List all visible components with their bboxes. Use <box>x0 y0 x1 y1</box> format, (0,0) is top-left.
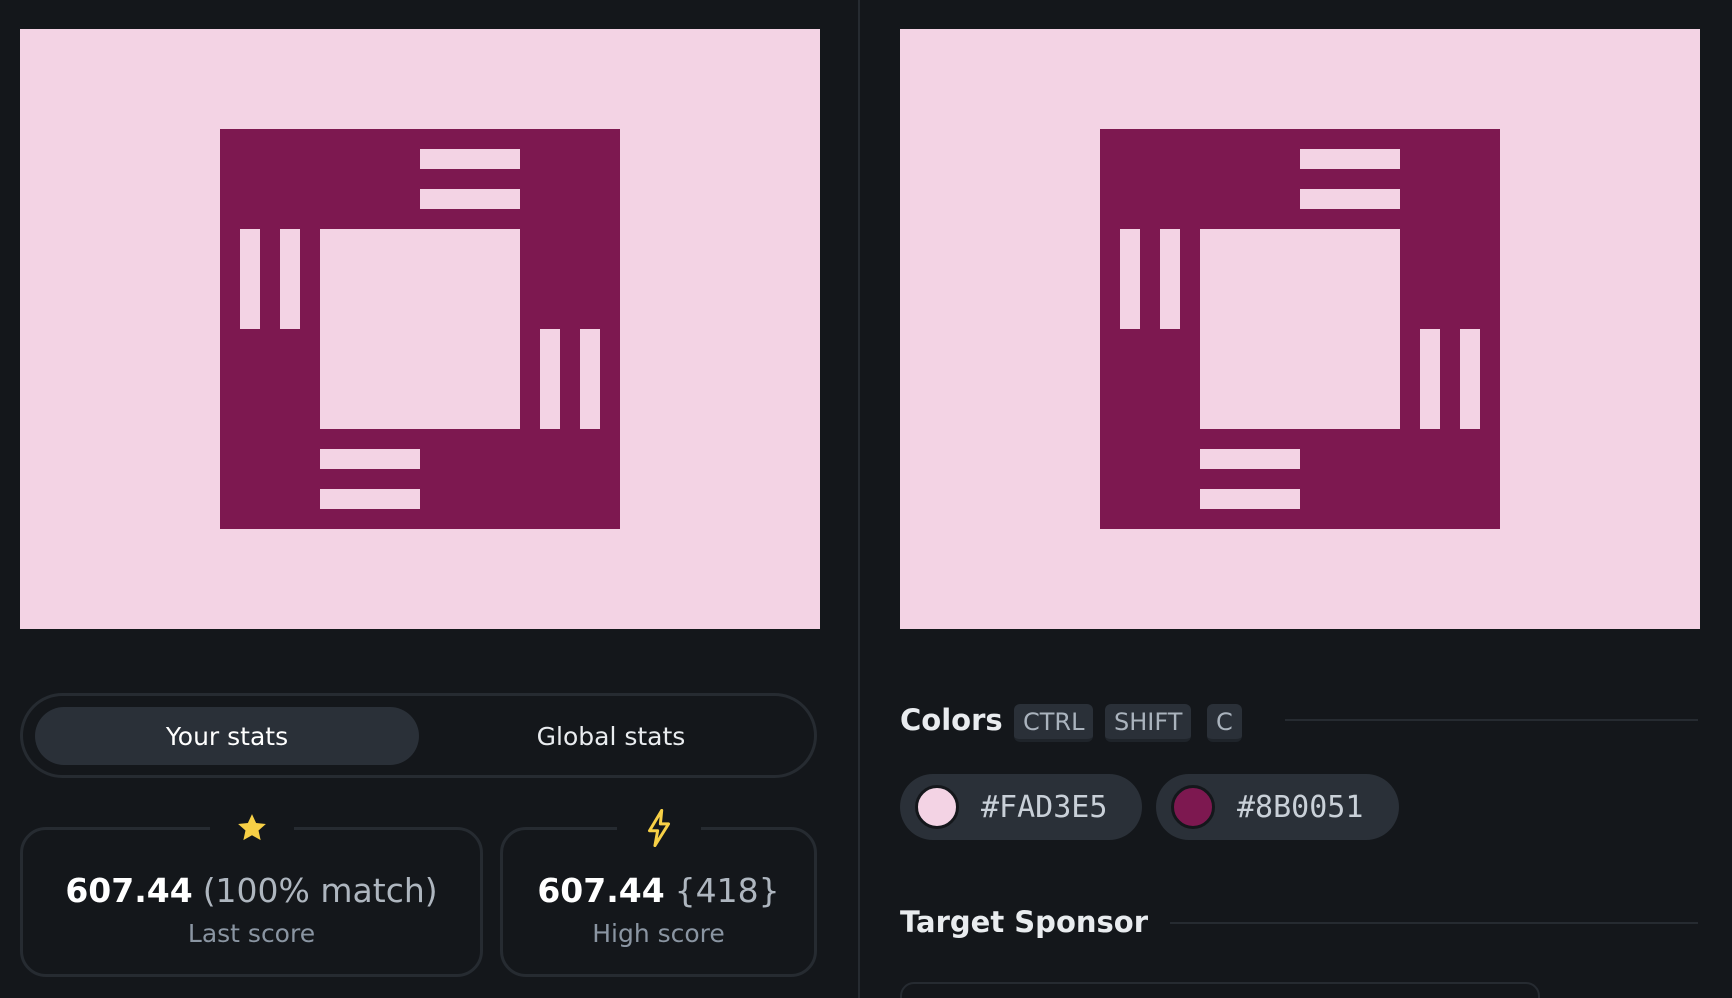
shortcut-key-c: C <box>1207 704 1242 742</box>
target-sponsor-heading: Target Sponsor <box>900 905 1149 939</box>
shortcut-key-shift: SHIFT <box>1105 704 1192 742</box>
column-divider <box>858 0 860 998</box>
high-score-value: 607.44 <box>537 871 665 910</box>
last-score-value-line: 607.44 (100% match) <box>23 871 480 910</box>
high-score-card: 607.44 {418} High score <box>500 808 817 977</box>
stats-toggle: Your stats Global stats <box>20 693 817 778</box>
app-page: Your stats Global stats 607.44 (100% matc… <box>0 0 1732 998</box>
star-icon <box>209 808 294 848</box>
target-preview-art <box>900 29 1700 629</box>
output-preview-art <box>20 29 820 629</box>
colors-heading: Colors <box>900 703 1003 737</box>
color-hex-light: #FAD3E5 <box>981 789 1108 825</box>
high-score-value-line: 607.44 {418} <box>503 871 814 910</box>
high-score-label: High score <box>592 919 725 948</box>
last-score-match: (100% match) <box>202 871 438 910</box>
bolt-icon <box>616 808 701 848</box>
color-dot-dark <box>1171 785 1215 829</box>
tab-global-stats[interactable]: Global stats <box>419 707 803 765</box>
color-swatch-dark[interactable]: #8B0051 <box>1156 774 1399 840</box>
tab-global-stats-label: Global stats <box>536 721 686 751</box>
last-score-value: 607.44 <box>65 871 193 910</box>
sponsor-card[interactable] <box>900 982 1540 998</box>
high-score-rank: {418} <box>674 871 780 910</box>
color-hex-dark: #8B0051 <box>1237 789 1364 825</box>
sponsor-divider <box>1170 922 1698 924</box>
tab-your-stats-label: Your stats <box>165 721 289 751</box>
color-dot-light <box>915 785 959 829</box>
last-score-card: 607.44 (100% match) Last score <box>20 808 483 977</box>
target-preview-canvas <box>900 29 1700 629</box>
output-preview-canvas[interactable] <box>20 29 820 629</box>
colors-divider <box>1285 719 1698 721</box>
tab-your-stats[interactable]: Your stats <box>35 707 419 765</box>
last-score-label: Last score <box>187 919 316 948</box>
shortcut-key-ctrl: CTRL <box>1014 704 1094 742</box>
color-swatch-light[interactable]: #FAD3E5 <box>900 774 1142 840</box>
